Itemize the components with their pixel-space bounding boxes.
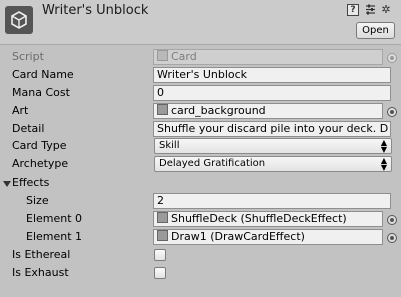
archetype-dropdown[interactable]: Delayed Gratification ▲ ▼	[154, 156, 392, 172]
effects-element-1-label: Element 1	[26, 230, 83, 243]
open-button[interactable]: Open	[356, 22, 395, 39]
scriptable-object-icon	[157, 212, 168, 223]
help-icon[interactable]: ?	[347, 4, 359, 16]
archetype-label: Archetype	[12, 157, 69, 170]
mana-cost-input[interactable]: 0	[153, 85, 391, 101]
art-label: Art	[12, 104, 29, 117]
dropdown-arrows-icon: ▲ ▼	[380, 138, 387, 154]
asset-title: Writer's Unblock	[42, 3, 149, 18]
detail-label: Detail	[12, 122, 45, 135]
art-field-value: card_background	[171, 104, 266, 117]
archetype-value: Delayed Gratification	[159, 158, 266, 169]
mana-cost-label: Mana Cost	[12, 86, 70, 99]
effects-element-0-label: Element 0	[26, 212, 83, 225]
settings-icon[interactable]: ✲	[380, 3, 392, 16]
unity-logo-icon	[5, 6, 33, 34]
is-exhaust-checkbox[interactable]	[154, 267, 166, 279]
art-object-field[interactable]: card_background	[153, 103, 383, 119]
dropdown-arrows-icon: ▲ ▼	[380, 156, 387, 172]
scriptable-object-icon	[157, 230, 168, 241]
script-label: Script	[12, 50, 44, 63]
effects-element-0-value: ShuffleDeck (ShuffleDeckEffect)	[171, 212, 347, 225]
effects-element-0-field[interactable]: ShuffleDeck (ShuffleDeckEffect)	[153, 211, 383, 227]
element-1-object-picker-icon[interactable]	[387, 233, 397, 243]
is-ethereal-label: Is Ethereal	[12, 248, 71, 261]
script-object-picker-icon	[387, 53, 397, 63]
element-0-object-picker-icon[interactable]	[387, 215, 397, 225]
is-ethereal-checkbox[interactable]	[154, 249, 166, 261]
effects-size-label: Size	[26, 194, 49, 207]
effects-element-1-field[interactable]: Draw1 (DrawCardEffect)	[153, 229, 383, 245]
effects-size-input[interactable]: 2	[153, 193, 391, 209]
is-exhaust-label: Is Exhaust	[12, 266, 69, 279]
script-file-icon	[157, 50, 168, 61]
card-name-input[interactable]: Writer's Unblock	[153, 67, 391, 83]
inspector-header: Writer's Unblock ? ✲ Open	[0, 0, 401, 45]
effects-foldout-label[interactable]: Effects	[12, 175, 49, 191]
detail-input[interactable]: Shuffle your discard pile into your deck…	[153, 121, 391, 137]
art-object-picker-icon[interactable]	[387, 107, 397, 117]
effects-foldout-arrow-icon[interactable]	[3, 181, 11, 187]
texture-icon	[157, 104, 168, 115]
effects-element-1-value: Draw1 (DrawCardEffect)	[171, 230, 305, 243]
card-type-dropdown[interactable]: Skill ▲ ▼	[154, 138, 392, 154]
script-field: Card	[153, 49, 383, 65]
script-field-value: Card	[171, 50, 197, 63]
preset-icon[interactable]	[364, 3, 376, 15]
card-type-label: Card Type	[12, 139, 67, 152]
card-name-label: Card Name	[12, 68, 74, 81]
card-type-value: Skill	[159, 140, 180, 151]
